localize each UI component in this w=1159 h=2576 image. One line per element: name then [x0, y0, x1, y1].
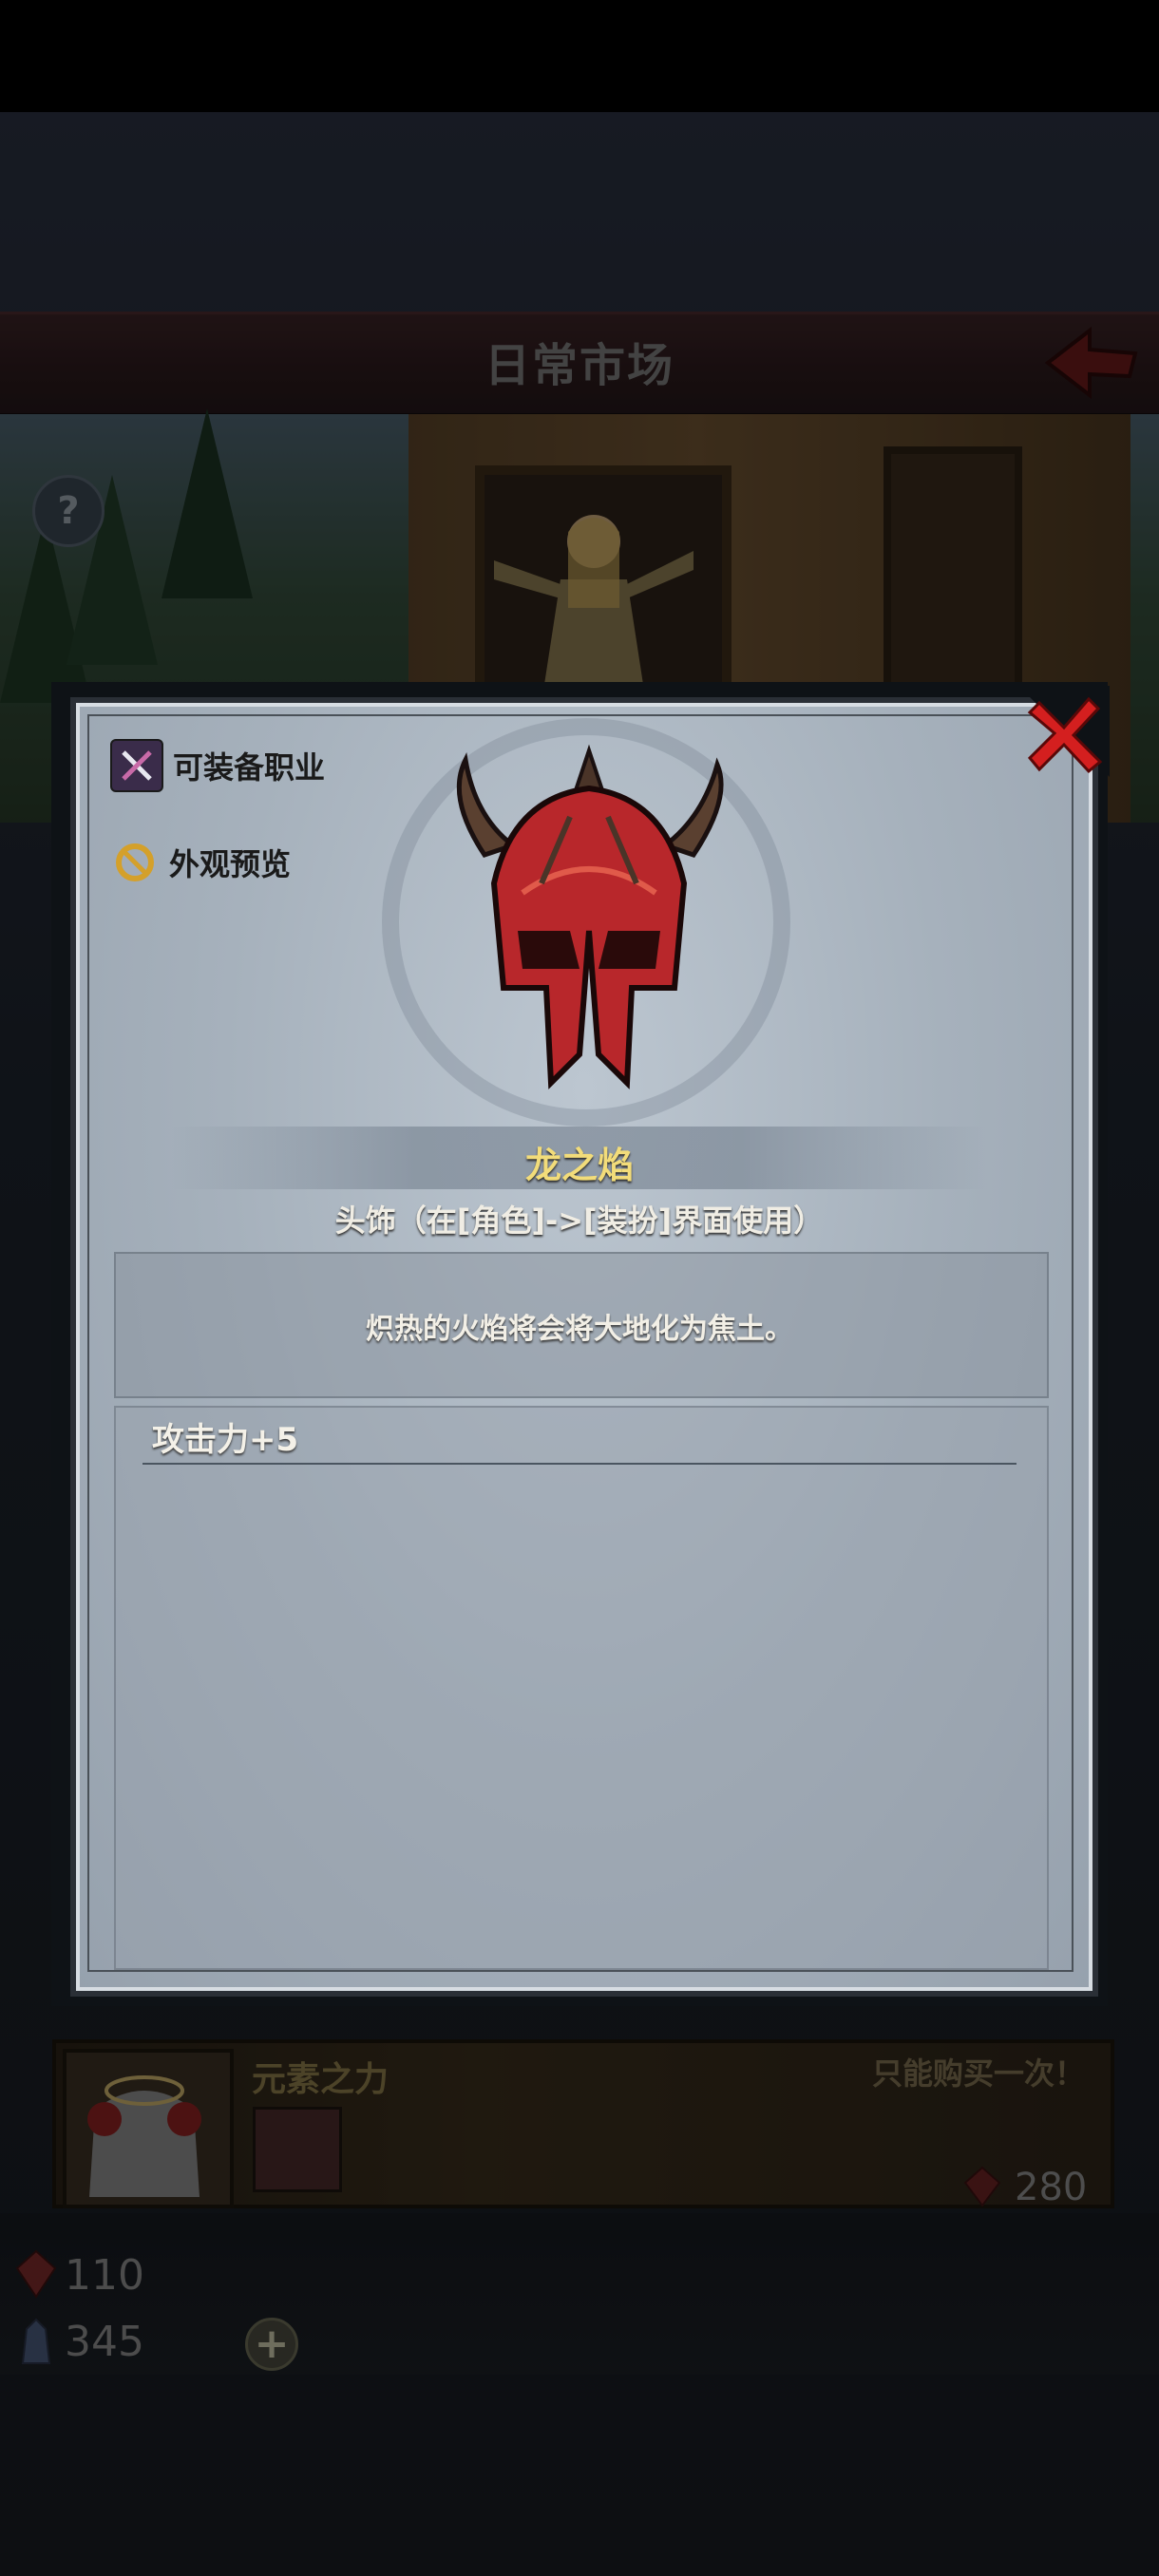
item-type: 头饰（在[角色]->[装扮]界面使用）	[334, 1203, 825, 1239]
appearance-preview-label: 外观预览	[169, 846, 292, 882]
item-name: 龙之焰	[524, 1145, 634, 1186]
item-description: 炽热的火焰将会将大地化为焦土。	[366, 1313, 793, 1346]
close-button[interactable]	[1018, 686, 1110, 777]
dragon-helmet-image	[428, 741, 750, 1102]
stat-line: 攻击力+5	[152, 1421, 299, 1459]
divider	[142, 1463, 1016, 1465]
stats-box	[114, 1406, 1049, 1970]
appearance-preview-button[interactable]: 外观预览	[110, 836, 291, 889]
equippable-class-button[interactable]: 可装备职业	[110, 739, 325, 792]
equippable-class-label: 可装备职业	[173, 749, 326, 786]
close-icon	[1018, 686, 1110, 777]
preview-swirl-icon	[110, 838, 160, 887]
crossed-weapons-icon	[110, 739, 163, 792]
